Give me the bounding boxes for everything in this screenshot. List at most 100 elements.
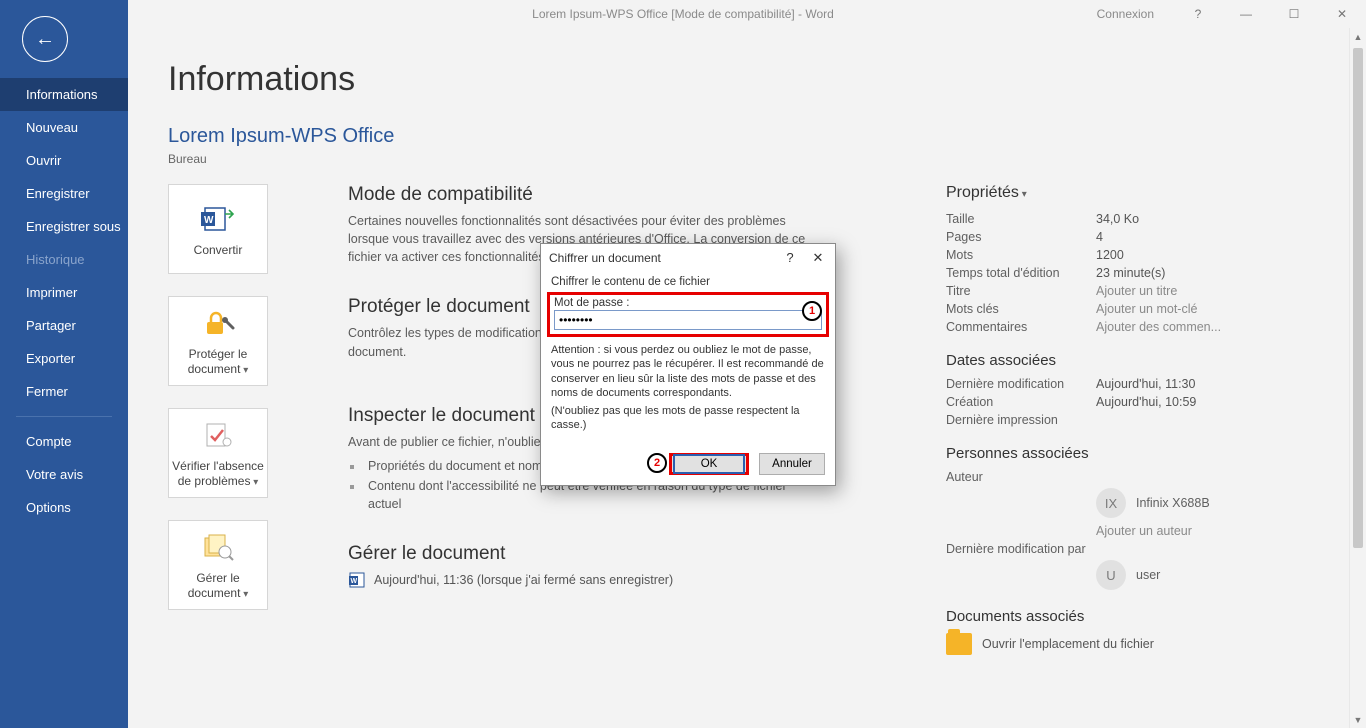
minimize-button[interactable]: —	[1228, 4, 1264, 24]
prop-tags-label: Mots clés	[946, 302, 1096, 316]
prop-pages-label: Pages	[946, 230, 1096, 244]
protect-document-tile-label: Protéger le document	[169, 347, 267, 378]
prop-size-label: Taille	[946, 212, 1096, 226]
protect-document-tile[interactable]: Protéger le document	[168, 296, 268, 386]
author-name: Infinix X688B	[1136, 496, 1210, 510]
scroll-up-button[interactable]: ▲	[1350, 28, 1366, 45]
sidebar-item-nouveau[interactable]: Nouveau	[0, 111, 128, 144]
prop-created-label: Création	[946, 395, 1096, 409]
encrypt-document-dialog: Chiffrer un document ? ✕ Chiffrer le con…	[540, 243, 836, 486]
svg-text:W: W	[351, 578, 358, 585]
ok-button[interactable]: OK	[673, 454, 745, 474]
convert-tile-label: Convertir	[194, 243, 243, 258]
manage-title: Gérer le document	[348, 543, 916, 565]
annotation-circle-2: 2	[647, 453, 667, 473]
dialog-note-text: (N'oubliez pas que les mots de passe res…	[551, 404, 825, 433]
help-button[interactable]: ?	[1180, 4, 1216, 24]
sidebar-item-partager[interactable]: Partager	[0, 309, 128, 342]
scroll-down-button[interactable]: ▼	[1350, 711, 1366, 728]
sidebar-item-options[interactable]: Options	[0, 491, 128, 524]
prop-edit-time-value: 23 minute(s)	[1096, 266, 1165, 280]
manage-document-tile-label: Gérer le document	[169, 571, 267, 602]
persons-heading: Personnes associées	[946, 445, 1366, 462]
svg-text:W: W	[204, 215, 214, 226]
document-title: Lorem Ipsum-WPS Office	[168, 125, 1366, 148]
dates-heading: Dates associées	[946, 352, 1366, 369]
sidebar-item-compte[interactable]: Compte	[0, 425, 128, 458]
prop-comments-label: Commentaires	[946, 320, 1096, 334]
shield-check-icon	[201, 417, 235, 453]
prop-modified-value: Aujourd'hui, 11:30	[1096, 377, 1195, 391]
prop-lastmodby-label: Dernière modification par	[946, 542, 1096, 556]
arrow-left-icon: ←	[35, 29, 55, 49]
properties-heading[interactable]: Propriétés	[946, 184, 1366, 202]
dialog-title: Chiffrer un document	[549, 251, 661, 265]
annotation-red-box-2: OK	[669, 453, 749, 475]
prop-title-value[interactable]: Ajouter un titre	[1096, 284, 1177, 298]
close-button[interactable]: ✕	[1324, 4, 1360, 24]
check-issues-tile-label: Vérifier l'absence de problèmes	[169, 459, 267, 490]
convert-tile[interactable]: W Convertir	[168, 184, 268, 274]
document-location: Bureau	[168, 152, 1366, 166]
open-file-location-link[interactable]: Ouvrir l'emplacement du fichier	[946, 633, 1366, 655]
page-heading: Informations	[168, 60, 1366, 99]
prop-words-label: Mots	[946, 248, 1096, 262]
unsaved-version-link[interactable]: Aujourd'hui, 11:36 (lorsque j'ai fermé s…	[374, 573, 673, 587]
annotation-circle-1: 1	[802, 301, 822, 321]
sidebar-item-enregistrer-sous[interactable]: Enregistrer sous	[0, 210, 128, 243]
prop-size-value: 34,0 Ko	[1096, 212, 1139, 226]
password-input[interactable]	[554, 310, 822, 330]
password-label: Mot de passe :	[554, 297, 822, 309]
chevron-down-icon	[240, 586, 248, 600]
sidebar-item-historique: Historique	[0, 243, 128, 276]
prop-pages-value: 4	[1096, 230, 1103, 244]
folder-icon	[946, 633, 972, 655]
prop-printed-label: Dernière impression	[946, 413, 1096, 427]
manage-document-tile[interactable]: Gérer le document	[168, 520, 268, 610]
backstage-sidebar: ← Informations Nouveau Ouvrir Enregistre…	[0, 0, 128, 728]
sidebar-item-enregistrer[interactable]: Enregistrer	[0, 177, 128, 210]
prop-created-value: Aujourd'hui, 10:59	[1096, 395, 1196, 409]
lastmodby-avatar: U	[1096, 560, 1126, 590]
manage-section: Gérer le document W Aujourd'hui, 11:36 (…	[348, 543, 916, 589]
add-author-field[interactable]: Ajouter un auteur	[1096, 524, 1192, 538]
prop-comments-value[interactable]: Ajouter des commen...	[1096, 320, 1221, 334]
word-doc-icon: W	[348, 571, 366, 589]
prop-title-label: Titre	[946, 284, 1096, 298]
scroll-thumb[interactable]	[1353, 48, 1363, 548]
lock-icon	[201, 305, 235, 341]
maximize-button[interactable]: ☐	[1276, 4, 1312, 24]
dialog-close-button[interactable]: ✕	[809, 250, 827, 266]
check-issues-tile[interactable]: Vérifier l'absence de problèmes	[168, 408, 268, 498]
dialog-subtitle: Chiffrer le contenu de ce fichier	[551, 276, 825, 288]
sidebar-item-informations[interactable]: Informations	[0, 78, 128, 111]
dialog-warning-text: Attention : si vous perdez ou oubliez le…	[551, 343, 825, 400]
document-stack-icon	[201, 529, 235, 565]
docs-heading: Documents associés	[946, 608, 1366, 625]
sidebar-item-votre-avis[interactable]: Votre avis	[0, 458, 128, 491]
sidebar-item-ouvrir[interactable]: Ouvrir	[0, 144, 128, 177]
prop-modified-label: Dernière modification	[946, 377, 1096, 391]
signin-link[interactable]: Connexion	[1097, 7, 1154, 21]
prop-tags-value[interactable]: Ajouter un mot-clé	[1096, 302, 1197, 316]
compat-title: Mode de compatibilité	[348, 184, 916, 206]
chevron-down-icon	[1019, 184, 1027, 201]
prop-words-value: 1200	[1096, 248, 1124, 262]
annotation-red-box-1: Mot de passe : 1	[547, 292, 829, 337]
dialog-help-button[interactable]: ?	[781, 250, 799, 266]
sidebar-item-exporter[interactable]: Exporter	[0, 342, 128, 375]
cancel-button[interactable]: Annuler	[759, 453, 825, 475]
vertical-scrollbar[interactable]: ▲ ▼	[1349, 28, 1366, 728]
back-button[interactable]: ←	[22, 16, 68, 62]
titlebar: Lorem Ipsum-WPS Office [Mode de compatib…	[0, 0, 1366, 28]
chevron-down-icon	[250, 474, 258, 488]
prop-author-label: Auteur	[946, 470, 1096, 484]
prop-edit-time-label: Temps total d'édition	[946, 266, 1096, 280]
sidebar-item-imprimer[interactable]: Imprimer	[0, 276, 128, 309]
chevron-down-icon	[240, 362, 248, 376]
sidebar-divider	[16, 416, 112, 417]
lastmodby-name: user	[1136, 568, 1160, 582]
author-avatar: IX	[1096, 488, 1126, 518]
properties-panel: Propriétés Taille34,0 Ko Pages4 Mots1200…	[946, 184, 1366, 655]
sidebar-item-fermer[interactable]: Fermer	[0, 375, 128, 408]
